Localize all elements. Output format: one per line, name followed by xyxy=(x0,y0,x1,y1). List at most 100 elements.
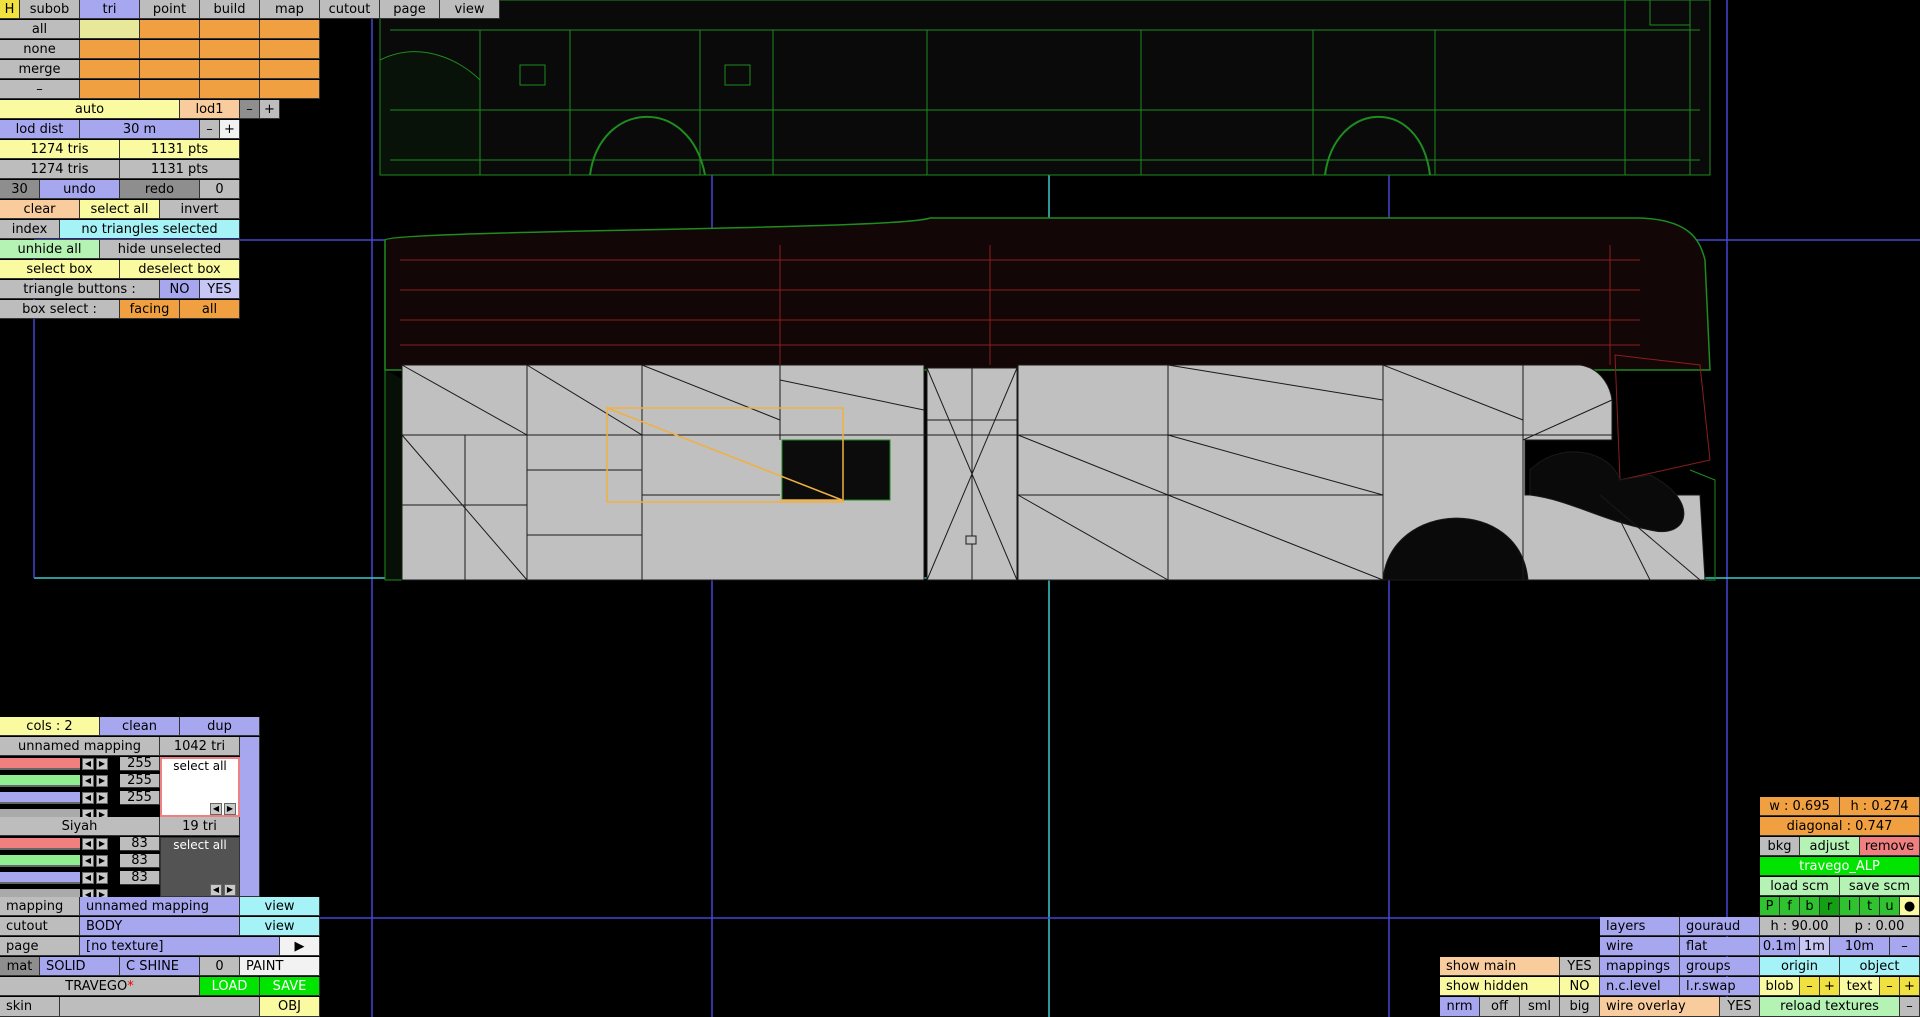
right-arrow-icon[interactable]: ▶ xyxy=(96,758,108,770)
blob-minus-button[interactable]: – xyxy=(1800,977,1820,996)
object-button[interactable]: object xyxy=(1840,957,1920,976)
model-name[interactable]: TRAVEGO* xyxy=(0,977,200,996)
lod-plus-button[interactable]: + xyxy=(260,100,280,119)
nc-level-button[interactable]: n.c.level xyxy=(1600,977,1680,996)
right-arrow-icon[interactable]: ▶ xyxy=(96,838,108,850)
left-arrow-icon[interactable]: ◀ xyxy=(82,758,94,770)
view-l-button[interactable]: l xyxy=(1840,897,1860,916)
lod-dist-value[interactable]: 30 m xyxy=(80,120,200,139)
view-b-button[interactable]: b xyxy=(1800,897,1820,916)
triangle-buttons-no[interactable]: NO xyxy=(160,280,200,299)
lod-minus-button[interactable]: – xyxy=(240,100,260,119)
index-button[interactable]: index xyxy=(0,220,60,239)
mapping-name[interactable]: unnamed mapping xyxy=(0,737,160,756)
triangle-buttons-yes[interactable]: YES xyxy=(200,280,240,299)
paint-button[interactable]: PAINT xyxy=(240,957,320,976)
solid-button[interactable]: SOLID xyxy=(40,957,120,976)
material-name[interactable]: Siyah xyxy=(0,817,160,836)
left-arrow-icon[interactable]: ◀ xyxy=(82,855,94,867)
scale-dash-button[interactable]: – xyxy=(1890,937,1920,956)
subob-slot[interactable] xyxy=(200,20,260,39)
blue-value[interactable]: 255 xyxy=(120,791,160,805)
reload-textures-button[interactable]: reload textures xyxy=(1760,997,1900,1017)
subob-slot[interactable] xyxy=(260,40,320,59)
subob-slot[interactable] xyxy=(260,60,320,79)
left-arrow-icon[interactable]: ◀ xyxy=(82,838,94,850)
load-button[interactable]: LOAD xyxy=(200,977,260,996)
blue-slider[interactable] xyxy=(0,792,80,804)
subob-slot[interactable] xyxy=(80,20,140,39)
undo-button[interactable]: undo xyxy=(40,180,120,199)
remove-button[interactable]: remove xyxy=(1860,837,1920,856)
show-main-toggle[interactable]: YES xyxy=(1560,957,1600,976)
right-arrow-icon[interactable]: ▶ xyxy=(224,884,236,896)
view-f-button[interactable]: f xyxy=(1780,897,1800,916)
wire-button[interactable]: wire xyxy=(1600,937,1680,956)
adjust-button[interactable]: adjust xyxy=(1800,837,1860,856)
show-hidden-toggle[interactable]: NO xyxy=(1560,977,1600,996)
load-scm-button[interactable]: load scm xyxy=(1760,877,1840,896)
right-arrow-icon[interactable]: ▶ xyxy=(96,792,108,804)
cutout-field[interactable]: BODY xyxy=(80,917,240,936)
tab-page[interactable]: page xyxy=(380,0,440,19)
red-slider[interactable] xyxy=(0,758,80,770)
right-arrow-icon[interactable]: ▶ xyxy=(224,803,236,815)
swatch-select-all-label[interactable]: select all xyxy=(173,838,227,852)
red-value[interactable]: 255 xyxy=(120,757,160,771)
subob-slot[interactable] xyxy=(80,60,140,79)
mat-value[interactable]: 0 xyxy=(200,957,240,976)
view-t-button[interactable]: t xyxy=(1860,897,1880,916)
heading-readout[interactable]: h : 90.00 xyxy=(1760,917,1840,936)
lod-dist-minus-button[interactable]: – xyxy=(200,120,220,139)
text-minus-button[interactable]: – xyxy=(1880,977,1900,996)
scale-0-1m-button[interactable]: 0.1m xyxy=(1760,937,1800,956)
tab-cutout[interactable]: cutout xyxy=(320,0,380,19)
subob-slot[interactable] xyxy=(200,80,260,99)
c-shine-button[interactable]: C SHINE xyxy=(120,957,200,976)
subob-slot[interactable] xyxy=(200,60,260,79)
subob-slot[interactable] xyxy=(140,20,200,39)
left-arrow-icon[interactable]: ◀ xyxy=(210,884,222,896)
cols-button[interactable]: cols : 2 xyxy=(0,717,100,736)
layers-button[interactable]: layers xyxy=(1600,917,1680,936)
right-arrow-icon[interactable]: ▶ xyxy=(96,775,108,787)
red-value[interactable]: 83 xyxy=(120,837,160,851)
obj-button[interactable]: OBJ xyxy=(260,997,320,1017)
subob-slot[interactable] xyxy=(200,40,260,59)
green-slider[interactable] xyxy=(0,855,80,867)
tab-build[interactable]: build xyxy=(200,0,260,19)
subob-all-button[interactable]: all xyxy=(0,20,80,39)
skin-field[interactable] xyxy=(60,997,260,1017)
save-button[interactable]: SAVE xyxy=(260,977,320,996)
scale-10m-button[interactable]: 10m xyxy=(1830,937,1890,956)
left-arrow-icon[interactable]: ◀ xyxy=(210,803,222,815)
hide-unselected-button[interactable]: hide unselected xyxy=(100,240,240,259)
view-r-button[interactable]: r xyxy=(1820,897,1840,916)
box-select-all[interactable]: all xyxy=(180,300,240,319)
green-value[interactable]: 83 xyxy=(120,854,160,868)
subob-none-button[interactable]: none xyxy=(0,40,80,59)
wire-overlay-toggle[interactable]: YES xyxy=(1720,997,1760,1017)
box-select-facing[interactable]: facing xyxy=(120,300,180,319)
scale-1m-button[interactable]: 1m xyxy=(1800,937,1830,956)
dup-button[interactable]: dup xyxy=(180,717,260,736)
green-value[interactable]: 255 xyxy=(120,774,160,788)
redo-button[interactable]: redo xyxy=(120,180,200,199)
viewport[interactable] xyxy=(0,0,1920,1017)
lod-auto-button[interactable]: auto xyxy=(0,100,180,119)
blob-plus-button[interactable]: + xyxy=(1820,977,1840,996)
reload-minus-button[interactable]: – xyxy=(1900,997,1920,1017)
tab-tri[interactable]: tri xyxy=(80,0,140,19)
page-field[interactable]: [no texture] xyxy=(80,937,280,956)
tab-point[interactable]: point xyxy=(140,0,200,19)
play-icon[interactable]: ▶ xyxy=(280,937,320,956)
normals-off-button[interactable]: off xyxy=(1480,997,1520,1017)
subob-slot[interactable] xyxy=(140,40,200,59)
mapping-view-button[interactable]: view xyxy=(240,897,320,916)
tab-view[interactable]: view xyxy=(440,0,500,19)
subob-dash-button[interactable]: – xyxy=(0,80,80,99)
clean-button[interactable]: clean xyxy=(100,717,180,736)
flat-button[interactable]: flat xyxy=(1680,937,1760,956)
normals-small-button[interactable]: sml xyxy=(1520,997,1560,1017)
green-slider[interactable] xyxy=(0,775,80,787)
